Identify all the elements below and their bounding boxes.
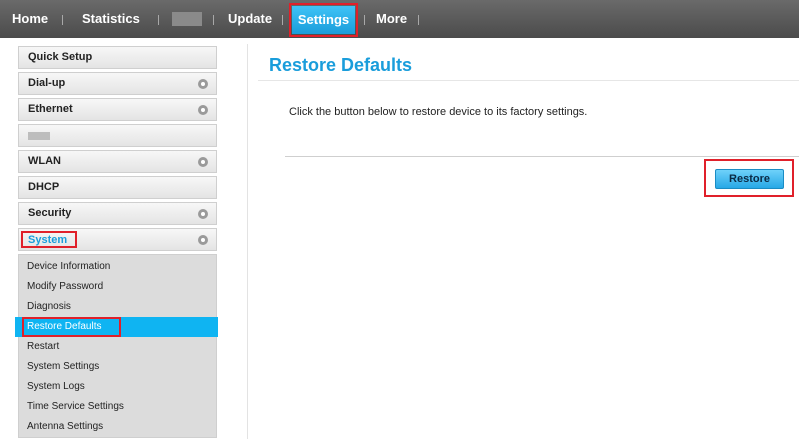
expand-circle-icon bbox=[198, 105, 208, 115]
submenu-diagnosis[interactable]: Diagnosis bbox=[19, 297, 218, 317]
submenu-label: System Logs bbox=[27, 381, 85, 392]
sidebar-item-label: Dial-up bbox=[28, 77, 66, 89]
submenu-label: Antenna Settings bbox=[27, 421, 104, 432]
nav-statistics[interactable]: Statistics bbox=[82, 0, 140, 38]
nav-settings[interactable]: Settings bbox=[292, 6, 355, 34]
submenu-restore-defaults[interactable]: Restore Defaults bbox=[15, 317, 218, 337]
sidebar-item-label: Ethernet bbox=[28, 103, 73, 115]
expand-circle-icon bbox=[198, 79, 208, 89]
content-divider bbox=[285, 156, 799, 157]
submenu-label: Time Service Settings bbox=[27, 401, 124, 412]
system-highlight: System bbox=[21, 231, 77, 248]
sidebar-item-quick-setup[interactable]: Quick Setup bbox=[18, 46, 217, 69]
nav-separator bbox=[213, 15, 214, 25]
nav-more[interactable]: More bbox=[376, 0, 407, 38]
submenu-modify-password[interactable]: Modify Password bbox=[19, 277, 218, 297]
collapse-circle-icon bbox=[198, 235, 208, 245]
redacted-label bbox=[28, 132, 50, 140]
title-divider bbox=[258, 80, 799, 81]
submenu-label: Diagnosis bbox=[27, 301, 71, 312]
nav-separator bbox=[282, 15, 283, 25]
submenu-antenna-settings[interactable]: Antenna Settings bbox=[19, 417, 218, 437]
submenu-label: Restore Defaults bbox=[27, 321, 102, 332]
restore-button-highlight: Restore bbox=[704, 159, 794, 197]
expand-circle-icon bbox=[198, 157, 208, 167]
nav-separator bbox=[418, 15, 419, 25]
sidebar-item-label: Quick Setup bbox=[28, 51, 93, 63]
nav-separator bbox=[158, 15, 159, 25]
submenu-label: Device Information bbox=[27, 261, 111, 272]
nav-update[interactable]: Update bbox=[228, 0, 272, 38]
submenu-system-settings[interactable]: System Settings bbox=[19, 357, 218, 377]
submenu-system-logs[interactable]: System Logs bbox=[19, 377, 218, 397]
expand-circle-icon bbox=[198, 209, 208, 219]
submenu-label: System Settings bbox=[27, 361, 100, 372]
sidebar-item-label: DHCP bbox=[28, 181, 60, 193]
sidebar-item-system[interactable]: System bbox=[18, 228, 217, 251]
top-navigation-bar: Home Statistics Update Settings More bbox=[0, 0, 799, 38]
sidebar-item-label: Security bbox=[28, 207, 72, 219]
nav-item-redacted[interactable] bbox=[172, 12, 202, 26]
sidebar-item-ethernet[interactable]: Ethernet bbox=[18, 98, 217, 121]
nav-separator bbox=[62, 15, 63, 25]
sidebar-item-dial-up[interactable]: Dial-up bbox=[18, 72, 217, 95]
nav-settings-highlight: Settings bbox=[289, 3, 358, 37]
system-submenu: Device Information Modify Password Diagn… bbox=[15, 254, 218, 438]
sidebar-item-dhcp[interactable]: DHCP bbox=[18, 176, 217, 199]
sidebar-item-redacted[interactable] bbox=[18, 124, 217, 147]
page-title: Restore Defaults bbox=[269, 55, 413, 75]
submenu-device-information[interactable]: Device Information bbox=[19, 257, 218, 277]
sidebar-item-label: WLAN bbox=[28, 155, 61, 167]
nav-home[interactable]: Home bbox=[12, 0, 48, 38]
nav-separator bbox=[364, 15, 365, 25]
vertical-divider bbox=[247, 44, 248, 439]
sidebar-item-security[interactable]: Security bbox=[18, 202, 217, 225]
submenu-label: Restart bbox=[27, 341, 60, 352]
restore-description: Click the button below to restore device… bbox=[289, 106, 588, 118]
submenu-restart[interactable]: Restart bbox=[19, 337, 218, 357]
sidebar-item-label: System bbox=[28, 234, 68, 246]
submenu-time-service-settings[interactable]: Time Service Settings bbox=[19, 397, 218, 417]
sidebar-item-wlan[interactable]: WLAN bbox=[18, 150, 217, 173]
restore-button[interactable]: Restore bbox=[715, 169, 784, 189]
submenu-label: Modify Password bbox=[27, 281, 104, 292]
